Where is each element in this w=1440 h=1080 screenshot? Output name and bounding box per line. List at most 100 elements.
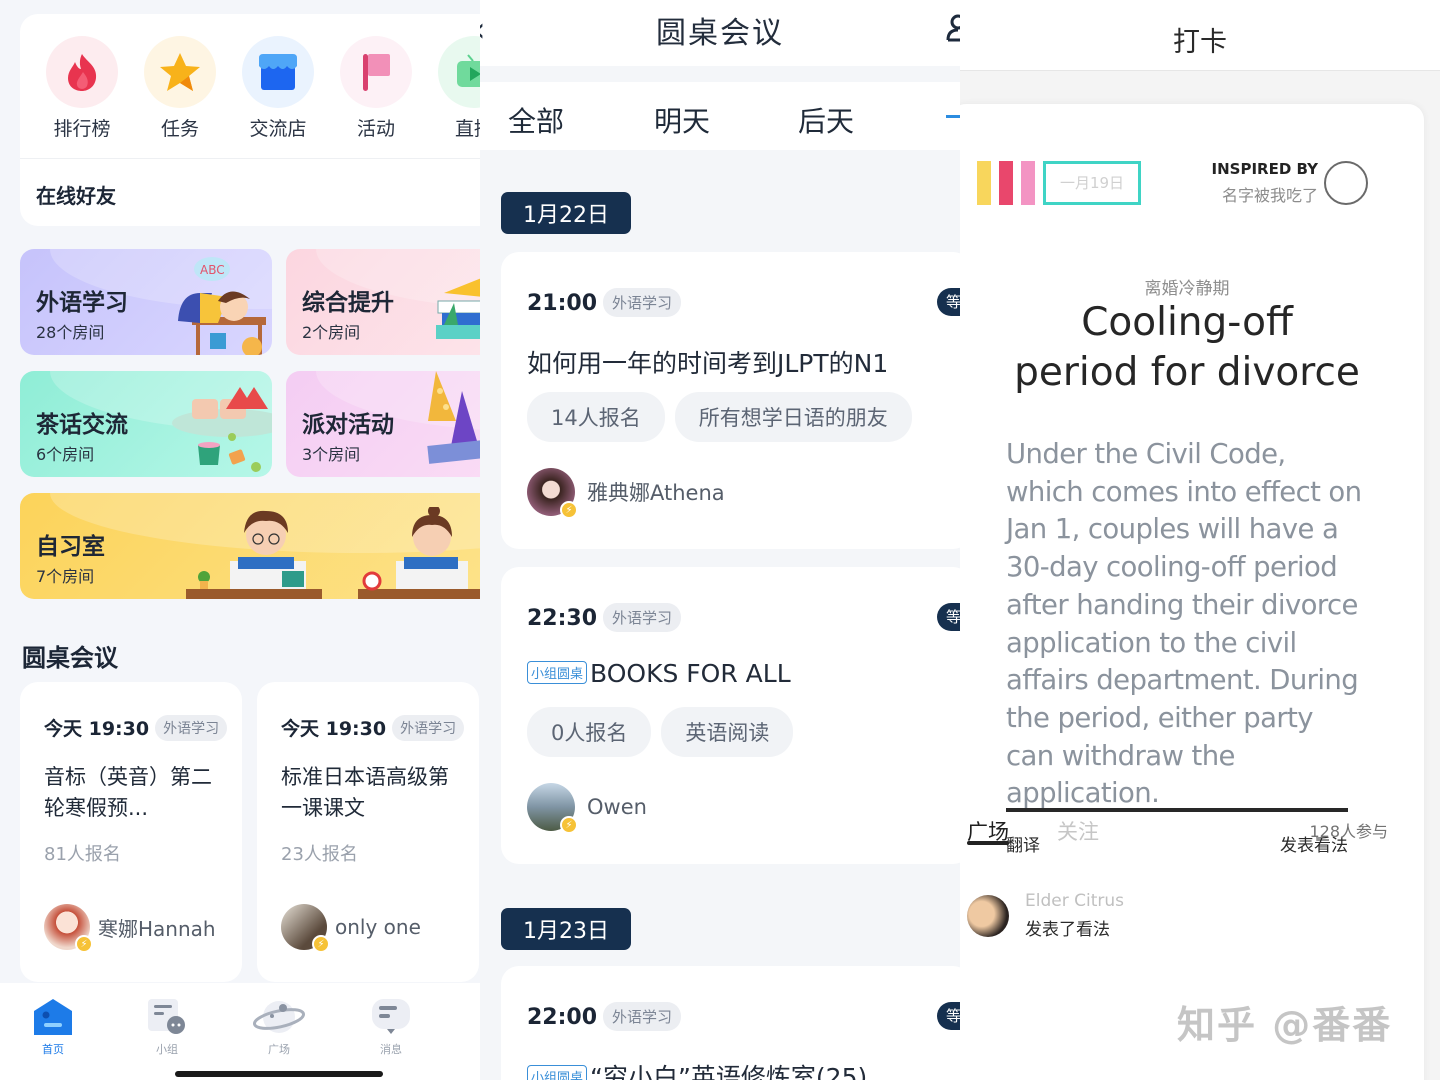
- meeting-tag: 外语学习: [392, 715, 465, 741]
- color-bar: [999, 161, 1013, 205]
- meeting-title: 标准日本语高级第一课课文: [281, 765, 449, 820]
- shop-icon: [242, 36, 314, 108]
- color-bar: [977, 161, 991, 205]
- category-card-party[interactable]: 派对活动 3个房间: [286, 371, 480, 477]
- lightning-badge-icon: ⚡: [75, 935, 93, 953]
- quick-action-ranking[interactable]: 排行榜: [46, 36, 118, 141]
- event-host[interactable]: ⚡ Owen: [527, 783, 647, 834]
- online-friends-title[interactable]: 在线好友: [36, 180, 116, 209]
- nav-label: 小组: [156, 1043, 178, 1056]
- home-indicator[interactable]: [175, 1071, 383, 1077]
- date-box: 一月19日: [1043, 161, 1141, 205]
- tab-tomorrow[interactable]: 明天: [654, 100, 710, 140]
- lightning-badge-icon: ⚡: [312, 935, 330, 953]
- event-host[interactable]: ⚡ 雅典娜Athena: [527, 468, 725, 519]
- nav-home[interactable]: 首页: [18, 997, 88, 1057]
- nav-label: 消息: [380, 1043, 402, 1056]
- tv-play-icon: [438, 36, 480, 108]
- quick-action-label: 交流店: [249, 118, 307, 140]
- quick-action-shop[interactable]: 交流店: [242, 36, 314, 141]
- avatar: [967, 894, 1009, 937]
- event-title: 小组圆桌 “穷小白”英语修炼室(25): [527, 1058, 867, 1080]
- meeting-host[interactable]: ⚡ only one: [281, 904, 421, 953]
- date-filter-tabs: 全部 明天 后天: [480, 82, 960, 150]
- quick-action-tasks[interactable]: 任务: [144, 36, 216, 141]
- tab-following[interactable]: 关注: [1057, 816, 1099, 846]
- watermark: 知乎 @番番: [1177, 1003, 1393, 1047]
- quick-action-label: 任务: [160, 118, 199, 140]
- tab-all[interactable]: 全部: [508, 100, 564, 140]
- event-tag: 外语学习: [603, 1002, 682, 1031]
- category-title: 外语学习: [36, 290, 128, 316]
- category-room-count: 7个房间: [36, 567, 95, 586]
- meeting-card[interactable]: 今天 19:30 外语学习 音标（英音）第二轮寒假预... 81人报名 ⚡ 寒娜H…: [20, 682, 242, 982]
- roundtable-screen: ‹ 圆桌会议 全部 明天 后天 1月22日 21:00外语学习 等 如何用一年的…: [480, 0, 960, 1080]
- nav-plaza[interactable]: 广场: [244, 997, 314, 1057]
- inspired-by-label: INSPIRED BY: [1211, 160, 1318, 178]
- fire-icon: [46, 36, 118, 108]
- tea-snacks-illustration: [172, 387, 272, 472]
- page-title: 打卡: [1173, 27, 1227, 58]
- meeting-signup-count: 23人报名: [281, 844, 358, 865]
- nav-messages[interactable]: 消息: [356, 997, 426, 1057]
- planet-icon: [252, 1001, 306, 1033]
- category-card-self-improvement[interactable]: 综合提升 2个房间: [286, 249, 480, 355]
- audience-pill: 英语阅读: [661, 707, 794, 757]
- signup-count-pill: 14人报名: [527, 392, 665, 442]
- star-icon: [144, 36, 216, 108]
- translate-button[interactable]: 翻译: [1006, 831, 1040, 856]
- party-hat-illustration: [427, 371, 480, 464]
- event-card[interactable]: 22:00 外语学习 等 小组圆桌 “穷小白”英语修炼室(25): [501, 966, 960, 1080]
- quick-action-label: 活动: [356, 118, 395, 140]
- host-name: Owen: [587, 795, 647, 819]
- meeting-tag: 外语学习: [155, 715, 228, 741]
- message-icon: [372, 999, 410, 1034]
- roundtable-section-title: 圆桌会议: [22, 644, 118, 672]
- avatar: ⚡: [527, 783, 578, 834]
- bottom-navigation: 首页 小组 广场 消息: [0, 983, 480, 1080]
- meeting-host[interactable]: ⚡ 寒娜Hannah: [44, 904, 216, 953]
- flag-icon: [340, 36, 412, 108]
- sleeping-student-illustration: ABC: [178, 257, 266, 355]
- user-icon[interactable]: [946, 12, 960, 42]
- quick-action-live[interactable]: 直播: [438, 36, 480, 141]
- color-bars: [977, 161, 1035, 205]
- page-title: 圆桌会议: [656, 16, 784, 51]
- quick-action-events[interactable]: 活动: [340, 36, 412, 141]
- books-illustration: [436, 278, 480, 339]
- tab-day-after-tomorrow[interactable]: 后天: [798, 100, 854, 140]
- category-room-count: 28个房间: [36, 323, 105, 342]
- meeting-time: 今天 19:30 外语学习: [44, 714, 228, 741]
- event-title: 小组圆桌 BOOKS FOR ALL: [527, 659, 791, 688]
- category-card-tea-chat[interactable]: 茶话交流 6个房间: [20, 371, 272, 477]
- category-card-study-room[interactable]: 自习室 7个房间: [20, 493, 480, 599]
- avatar: ⚡: [527, 468, 578, 519]
- meeting-time: 今天 19:30 外语学习: [281, 714, 465, 741]
- checkin-screen: 打卡 一月19日 INSPIRED BY 名字被我吃了 离婚冷静期 Coolin…: [960, 0, 1440, 1080]
- event-time: 22:00 外语学习: [527, 1002, 682, 1031]
- comment-item[interactable]: Elder Citrus 发表了看法: [967, 891, 1124, 940]
- topic-chinese-title: 离婚冷静期: [1144, 279, 1230, 299]
- event-card[interactable]: 21:00 外语学习 等 如何用一年的时间考到JLPT的N1 14人报名 所有想学…: [501, 252, 960, 549]
- meeting-card[interactable]: 今天 19:30 外语学习 标准日本语高级第一课课文 23人报名 ⚡ only o…: [257, 682, 479, 982]
- svg-text:ABC: ABC: [200, 263, 225, 277]
- group-chat-icon: [148, 999, 185, 1034]
- divider: [20, 158, 480, 159]
- group-roundtable-badge: 小组圆桌: [527, 661, 588, 684]
- category-title: 派对活动: [302, 412, 394, 438]
- category-title: 综合提升: [302, 290, 394, 316]
- inspirer-avatar[interactable]: [1324, 161, 1368, 205]
- status-badge: 等: [937, 1002, 960, 1030]
- home-icon: [34, 999, 72, 1035]
- event-card[interactable]: 22:30 外语学习 等 小组圆桌 BOOKS FOR ALL 0人报名 英语阅读 …: [501, 567, 960, 864]
- date-badge: 1月22日: [501, 192, 631, 234]
- quick-actions-card: 排行榜 任务 交流店 活动 直 在线好友: [20, 14, 480, 226]
- nav-groups[interactable]: 小组: [132, 997, 202, 1057]
- nav-label: 广场: [268, 1043, 290, 1056]
- participant-count: 128人参与: [1309, 822, 1388, 841]
- category-card-foreign-language[interactable]: 外语学习 28个房间 ABC: [20, 249, 272, 355]
- quick-action-label: 排行榜: [53, 118, 111, 140]
- event-tag: 外语学习: [603, 603, 682, 632]
- inspired-by-name: 名字被我吃了: [1221, 186, 1318, 205]
- event-title: 如何用一年的时间考到JLPT的N1: [527, 349, 889, 378]
